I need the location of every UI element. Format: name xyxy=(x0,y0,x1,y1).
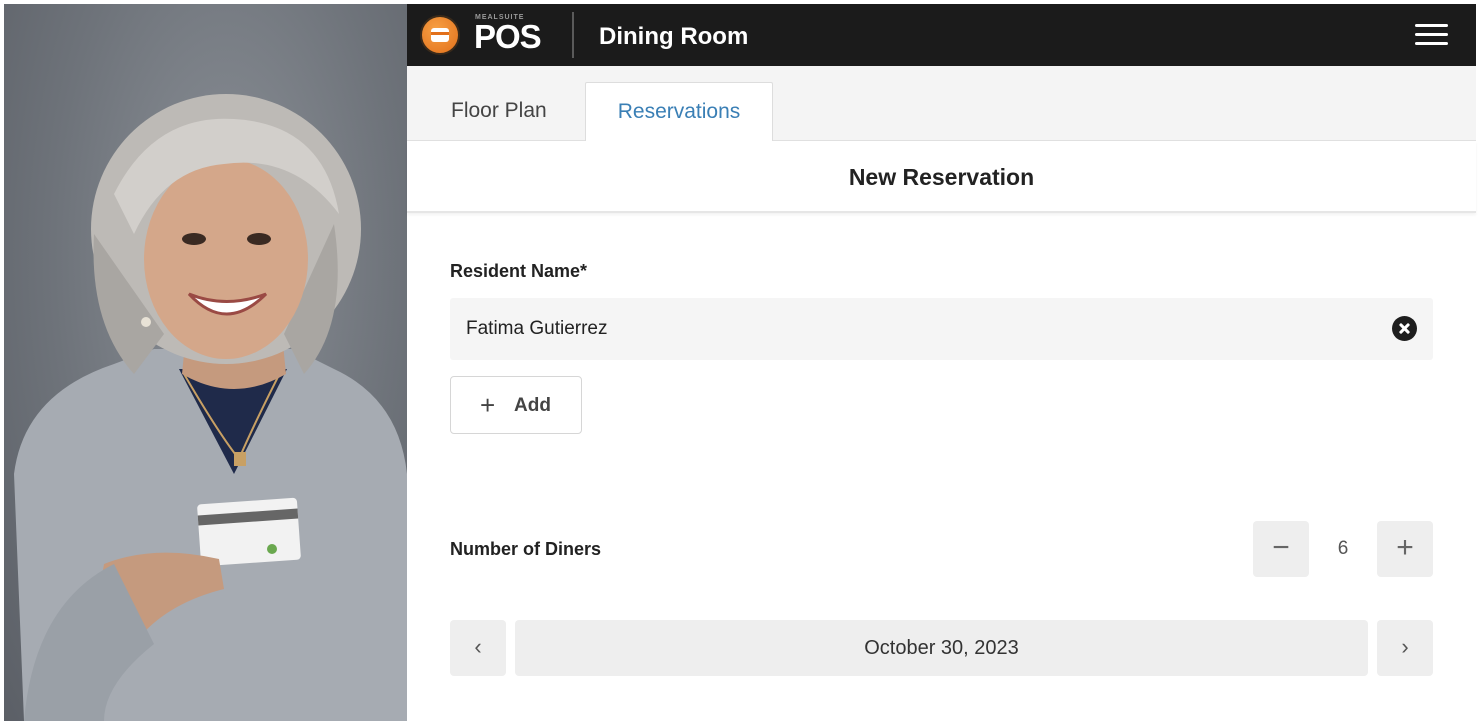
chevron-right-icon: › xyxy=(1401,634,1409,659)
pos-app: MEALSUITE POS Dining Room Floor Plan Res… xyxy=(407,4,1476,721)
diners-count: 6 xyxy=(1337,538,1349,559)
form-header: New Reservation xyxy=(407,141,1476,213)
tab-floor-plan[interactable]: Floor Plan xyxy=(433,82,583,140)
decrement-diners-button[interactable]: − xyxy=(1253,521,1309,577)
increment-diners-button[interactable]: + xyxy=(1377,521,1433,577)
chevron-left-icon: ‹ xyxy=(474,634,482,659)
header-divider xyxy=(572,12,574,58)
resident-name-input[interactable] xyxy=(466,298,1366,360)
mealsuite-logo-icon xyxy=(420,15,460,55)
tab-reservations[interactable]: Reservations xyxy=(585,82,773,142)
next-date-button[interactable]: › xyxy=(1377,620,1433,676)
plus-icon: + xyxy=(1396,531,1414,564)
resident-name-field xyxy=(450,298,1433,360)
tab-bar: Floor Plan Reservations xyxy=(407,66,1476,142)
previous-date-button[interactable]: ‹ xyxy=(450,620,506,676)
date-picker[interactable]: October 30, 2023 xyxy=(515,620,1368,676)
top-bar: MEALSUITE POS Dining Room xyxy=(407,4,1476,66)
add-resident-button[interactable]: + Add xyxy=(450,376,582,434)
close-circle-icon[interactable] xyxy=(1392,316,1417,341)
resident-illustration xyxy=(14,94,407,721)
logo-pos-text: POS xyxy=(474,18,542,55)
form-title: New Reservation xyxy=(848,164,1035,190)
number-of-diners-label: Number of Diners xyxy=(450,539,602,559)
page-title: Dining Room xyxy=(599,23,749,50)
resident-photo xyxy=(4,4,407,721)
add-button-label: Add xyxy=(514,395,551,416)
plus-icon: + xyxy=(480,390,496,420)
minus-icon: − xyxy=(1272,531,1290,564)
hamburger-icon[interactable] xyxy=(1415,24,1449,46)
resident-name-label: Resident Name* xyxy=(450,261,588,281)
